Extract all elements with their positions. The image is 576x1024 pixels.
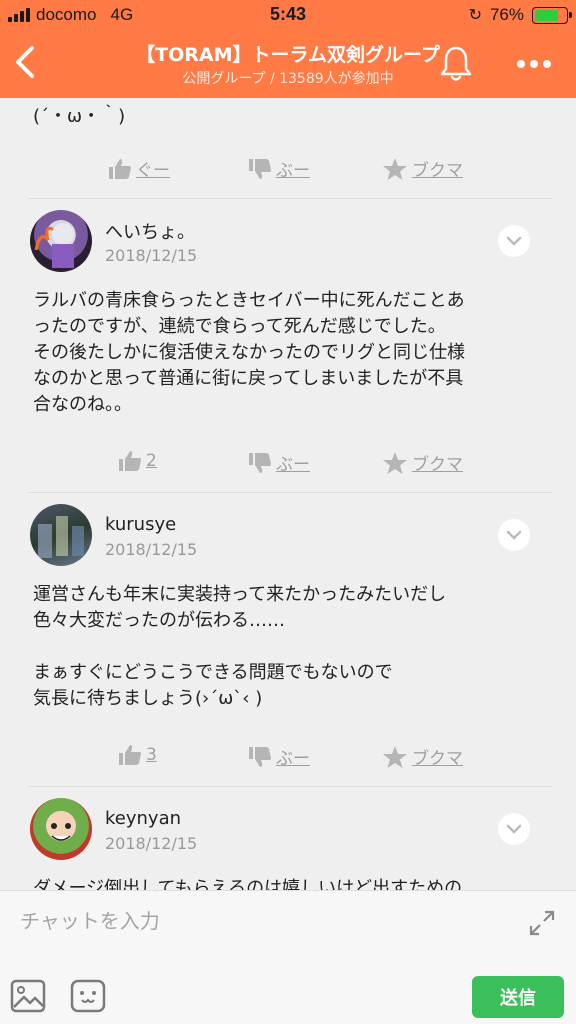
dot-icon [543, 60, 551, 68]
image-icon [10, 979, 46, 1013]
divider [28, 198, 552, 199]
avatar[interactable] [30, 798, 92, 860]
post-body: ダメージ倒出してもらえるのは嬉しいけど出すための [33, 876, 543, 890]
like-count: 2 [146, 451, 157, 471]
bookmark-button[interactable]: ブクマ [382, 450, 463, 475]
post-menu-button[interactable] [498, 225, 530, 257]
post-line: ラルバの青床食らったときセイバー中に死んだことあ [33, 290, 465, 311]
status-bar: docomo 4G 5:43 ↻ 76% [0, 0, 576, 30]
post-date: 2018/12/15 [105, 540, 198, 559]
chevron-left-icon [16, 46, 34, 78]
bookmark-button[interactable]: ブクマ [382, 156, 463, 181]
username[interactable]: へいちょ。 [105, 218, 195, 244]
post-date: 2018/12/15 [105, 834, 198, 853]
bookmark-label: ブクマ [412, 455, 463, 475]
thumbs-up-icon [119, 745, 141, 765]
post-line: 運営さんも年末に実装持って来たかったみたいだし [33, 584, 447, 605]
username[interactable]: kurusye [105, 514, 176, 535]
nav-header: 【TORAM】トーラム双剣グループ 公開グループ / 13589人が参加中 [0, 30, 576, 98]
post-actions: 3 ぶー ブクマ [0, 744, 576, 784]
thumbs-up-icon [109, 158, 131, 179]
post-body: ラルバの青床食らったときセイバー中に死んだことあ ったのですが、連続で食らって死… [33, 288, 543, 418]
notification-button[interactable] [438, 44, 474, 84]
chat-input[interactable]: チャットを入力 [20, 905, 160, 934]
chevron-down-icon [506, 824, 522, 834]
chat-input-bar: チャットを入力 送信 [0, 890, 576, 1024]
dislike-label: ぶー [276, 161, 310, 181]
like-button[interactable]: ぐー [108, 156, 170, 181]
sticker-icon [70, 979, 106, 1013]
expand-icon [529, 910, 555, 936]
message-list[interactable]: (´・ω・｀) ぐー ぶー ブクマ へいちょ。 2018/12/15 ラルバの青… [0, 98, 576, 890]
avatar-image [34, 223, 74, 268]
post-menu-button[interactable] [498, 813, 530, 845]
send-button[interactable]: 送信 [472, 976, 564, 1018]
thumbs-up-icon [119, 451, 141, 471]
rotation-lock-icon: ↻ [468, 7, 482, 24]
post-line: 合なのね。。 [33, 394, 132, 415]
star-icon [383, 745, 407, 768]
star-icon [383, 157, 407, 180]
bookmark-button[interactable]: ブクマ [382, 744, 463, 769]
post-date: 2018/12/15 [105, 246, 198, 265]
bookmark-label: ブクマ [412, 749, 463, 769]
username[interactable]: keynyan [105, 808, 181, 829]
avatar-image [51, 823, 71, 841]
avatar-image [38, 516, 84, 558]
avatar[interactable] [30, 504, 92, 566]
post-line: ダメージ倒出してもらえるのは嬉しいけど出すための [33, 878, 463, 890]
divider [28, 492, 552, 493]
dislike-label: ぶー [276, 455, 310, 475]
battery-percent: 76% [489, 5, 524, 24]
post-body: 運営さんも年末に実装持って来たかったみたいだし 色々大変だったのが伝わる…… ま… [33, 582, 543, 712]
dot-icon [530, 60, 538, 68]
sticker-button[interactable] [70, 979, 106, 1013]
battery-icon [532, 6, 572, 24]
star-icon [383, 451, 407, 474]
thumbs-down-icon [249, 158, 271, 179]
thumbs-down-icon [249, 452, 271, 473]
post-line: まぁすぐにどうこうできる問題でもないので [33, 662, 393, 683]
chevron-down-icon [506, 530, 522, 540]
post-actions: ぐー ぶー ブクマ [0, 156, 576, 196]
status-right: ↻ 76% [468, 5, 572, 25]
dislike-button[interactable]: ぶー [248, 156, 310, 181]
previous-post-tail: (´・ω・｀) [33, 106, 126, 127]
post-line: ったのですが、連続で食らって死んだ感じでした。 [33, 316, 446, 337]
post-line [33, 634, 543, 660]
like-label: ぐー [136, 161, 170, 181]
post-line: 気長に待ちましょう(›´ω`‹ ) [33, 688, 263, 709]
chevron-down-icon [506, 236, 522, 246]
like-count: 3 [146, 745, 157, 765]
post-line: なのかと思って普通に街に戻ってしまいましたが不具 [33, 368, 464, 389]
avatar[interactable] [30, 210, 92, 272]
bell-icon [440, 46, 472, 81]
thumbs-down-icon [249, 746, 271, 767]
back-button[interactable] [6, 40, 46, 84]
dislike-label: ぶー [276, 749, 310, 769]
expand-button[interactable] [528, 909, 556, 937]
post-line: 色々大変だったのが伝わる…… [33, 610, 285, 631]
post-line: その後たしかに復活使えなかったのでリグと同じ仕様 [33, 342, 465, 363]
more-options-button[interactable] [512, 54, 556, 74]
like-button[interactable]: 2 [118, 450, 157, 472]
like-button[interactable]: 3 [118, 744, 157, 766]
photo-button[interactable] [10, 979, 48, 1013]
bookmark-label: ブクマ [412, 161, 463, 181]
dislike-button[interactable]: ぶー [248, 744, 310, 769]
post-actions: 2 ぶー ブクマ [0, 450, 576, 490]
divider [28, 786, 552, 787]
dot-icon [517, 60, 525, 68]
dislike-button[interactable]: ぶー [248, 450, 310, 475]
post-menu-button[interactable] [498, 519, 530, 551]
